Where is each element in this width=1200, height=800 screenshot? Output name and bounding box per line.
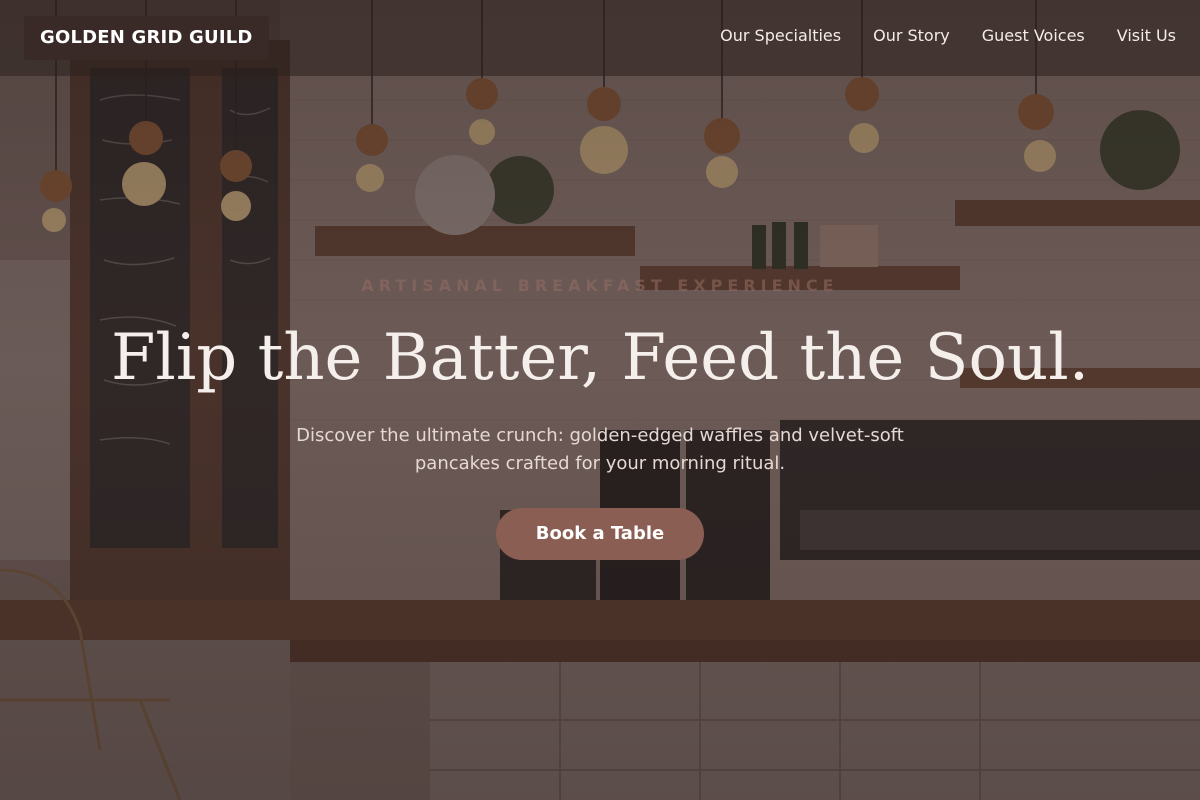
nav-link-visit-us[interactable]: Visit Us [1117, 26, 1176, 45]
hero-section: ARTISANAL BREAKFAST EXPERIENCE Flip the … [0, 270, 1200, 560]
nav-link-guest-voices[interactable]: Guest Voices [982, 26, 1085, 45]
hero-subtitle: Discover the ultimate crunch: golden-edg… [296, 425, 904, 474]
site-header: GOLDEN GRID GUILD Our Specialties Our St… [0, 0, 1200, 76]
hero-title: Flip the Batter, Feed the Soul. [110, 321, 1090, 395]
nav-link-our-story[interactable]: Our Story [873, 26, 950, 45]
main-nav: Our Specialties Our Story Guest Voices V… [720, 26, 1176, 45]
nav-link-our-specialties[interactable]: Our Specialties [720, 26, 841, 45]
book-a-table-button[interactable]: Book a Table [495, 508, 705, 560]
brand-logo[interactable]: GOLDEN GRID GUILD [24, 16, 269, 60]
hero-eyebrow: ARTISANAL BREAKFAST EXPERIENCE [361, 276, 839, 295]
